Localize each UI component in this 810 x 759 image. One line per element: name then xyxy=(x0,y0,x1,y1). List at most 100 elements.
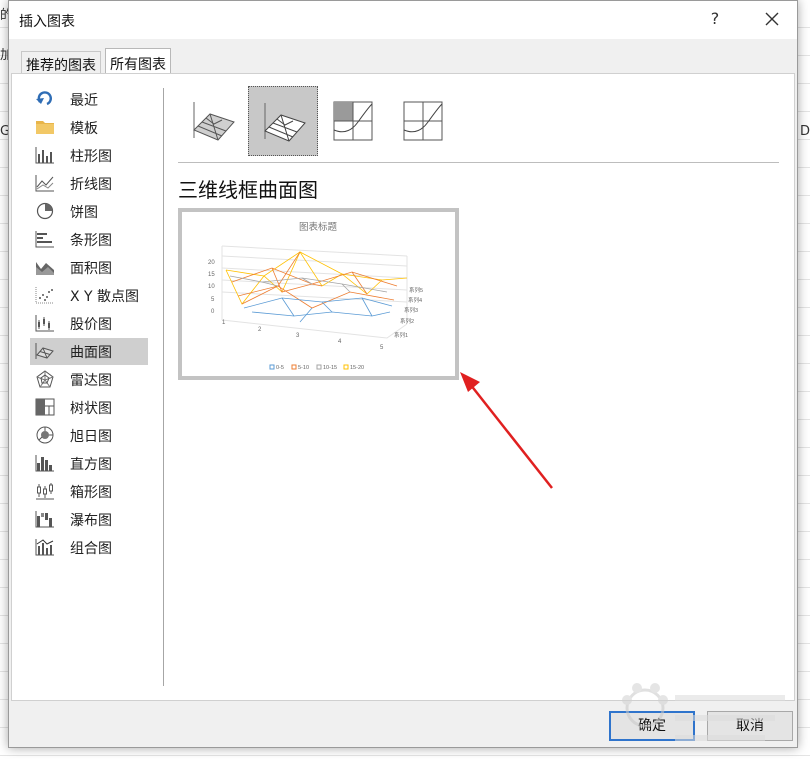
series-label: 系列4 xyxy=(408,296,422,304)
sidebar-item-label: 饼图 xyxy=(70,205,98,221)
subtype-3d-surface[interactable] xyxy=(178,86,248,156)
surface-3d-icon xyxy=(193,102,235,141)
sidebar-item-label: 折线图 xyxy=(70,177,112,193)
sidebar-item-line[interactable]: 折线图 xyxy=(30,170,148,197)
series-label: 系列2 xyxy=(400,317,414,325)
x-tick-label: 3 xyxy=(296,333,300,339)
combo-chart-icon xyxy=(35,538,55,556)
bar-chart-icon xyxy=(35,230,55,248)
column-chart-icon xyxy=(35,146,55,164)
sidebar-item-label: X Y 散点图 xyxy=(70,289,140,305)
sidebar-item-radar[interactable]: 雷达图 xyxy=(30,366,148,393)
legend-swatch xyxy=(316,364,322,370)
wireframe-contour-icon xyxy=(403,101,443,141)
sidebar-item-pie[interactable]: 饼图 xyxy=(30,198,148,225)
sidebar-item-label: 旭日图 xyxy=(70,429,112,445)
sidebar-item-treemap[interactable]: 树状图 xyxy=(30,394,148,421)
sidebar-item-histogram[interactable]: 直方图 xyxy=(30,450,148,477)
legend-swatch xyxy=(269,364,275,370)
sidebar-item-label: 直方图 xyxy=(70,457,112,473)
legend-label: 15-20 xyxy=(350,365,364,371)
series-label: 系列5 xyxy=(409,286,423,294)
sidebar-item-label: 面积图 xyxy=(70,261,112,277)
wireframe-surface-preview: 图表标题 20 15 10 5 0 1 2 3 4 5 系列5 系列4 系列3 … xyxy=(208,221,423,371)
line-chart-icon xyxy=(35,174,55,192)
sidebar-item-label: 柱形图 xyxy=(70,149,112,165)
sidebar-item-waterfall[interactable]: 瀑布图 xyxy=(30,506,148,533)
box-chart-icon xyxy=(35,482,55,500)
series-label: 系列3 xyxy=(404,306,418,314)
sidebar-item-label: 条形图 xyxy=(70,233,112,249)
vertical-divider xyxy=(163,88,164,686)
sidebar-item-label: 模板 xyxy=(70,121,98,137)
tab-recommended-charts[interactable]: 推荐的图表 xyxy=(21,51,101,74)
sidebar-item-label: 组合图 xyxy=(70,541,112,557)
legend-swatch xyxy=(291,364,297,370)
sidebar-item-recent[interactable]: 最近 xyxy=(30,86,148,113)
sidebar-item-label: 瀑布图 xyxy=(70,513,112,529)
subtype-divider xyxy=(178,162,779,163)
tab-all-charts[interactable]: 所有图表 xyxy=(105,48,171,75)
x-tick-label: 5 xyxy=(380,345,384,351)
legend-label: 10-15 xyxy=(323,365,337,371)
sidebar-item-label: 树状图 xyxy=(70,401,112,417)
pie-chart-icon xyxy=(35,202,55,220)
help-button[interactable]: ? xyxy=(701,5,729,33)
watermark-logo xyxy=(622,683,785,741)
sidebar-item-templates[interactable]: 模板 xyxy=(30,114,148,141)
waterfall-chart-icon xyxy=(35,510,55,528)
sidebar-item-label: 股价图 xyxy=(70,317,112,333)
undo-icon xyxy=(35,90,55,108)
annotation-arrow-icon xyxy=(460,372,553,489)
subtype-contour[interactable] xyxy=(318,86,388,156)
sidebar-item-bar[interactable]: 条形图 xyxy=(30,226,148,253)
sidebar-item-area[interactable]: 面积图 xyxy=(30,254,148,281)
folder-icon xyxy=(35,118,55,136)
subtype-wireframe-3d-surface[interactable] xyxy=(248,86,318,156)
x-tick-label: 2 xyxy=(258,327,262,333)
sidebar-item-label: 箱形图 xyxy=(70,485,112,501)
contour-icon xyxy=(333,101,373,141)
y-tick-label: 0 xyxy=(211,309,215,315)
sidebar-item-box[interactable]: 箱形图 xyxy=(30,478,148,505)
y-tick-label: 15 xyxy=(208,272,215,278)
stock-chart-icon xyxy=(35,314,55,332)
y-tick-label: 20 xyxy=(208,260,215,266)
scatter-chart-icon xyxy=(35,286,55,304)
dialog-title: 插入图表 xyxy=(19,14,75,30)
series-label: 系列1 xyxy=(394,331,408,339)
y-tick-label: 5 xyxy=(211,297,215,303)
histogram-chart-icon xyxy=(35,454,55,472)
legend-swatch xyxy=(343,364,349,370)
sidebar-item-scatter[interactable]: X Y 散点图 xyxy=(30,282,148,309)
surface-chart-icon xyxy=(35,342,55,360)
insert-chart-dialog: 插入图表 ? 推荐的图表 所有图表 最近 模板 柱形图 折线图 饼图 条形图 面… xyxy=(8,0,798,748)
sidebar-item-label: 曲面图 xyxy=(70,345,112,361)
background-text-fragment: D xyxy=(800,124,810,139)
sidebar-item-label: 雷达图 xyxy=(70,373,112,389)
sidebar-item-surface[interactable]: 曲面图 xyxy=(30,338,148,365)
selected-chart-name: 三维线框曲面图 xyxy=(178,178,318,202)
legend-label: 5-10 xyxy=(298,365,309,371)
chart-preview[interactable]: 图表标题 20 15 10 5 0 1 2 3 4 5 系列5 系列4 系列3 … xyxy=(178,208,459,380)
preview-title: 图表标题 xyxy=(299,221,338,233)
x-tick-label: 1 xyxy=(222,320,226,326)
sidebar-item-column[interactable]: 柱形图 xyxy=(30,142,148,169)
radar-chart-icon xyxy=(35,370,55,388)
dialog-content: 最近 模板 柱形图 折线图 饼图 条形图 面积图 X Y 散点图 股价图 曲面图… xyxy=(11,73,795,701)
wireframe-3d-surface-icon xyxy=(264,103,306,142)
dialog-titlebar: 插入图表 ? xyxy=(9,1,797,39)
subtype-wireframe-contour[interactable] xyxy=(388,86,458,156)
sidebar-item-sunburst[interactable]: 旭日图 xyxy=(30,422,148,449)
treemap-chart-icon xyxy=(35,398,55,416)
sidebar-item-stock[interactable]: 股价图 xyxy=(30,310,148,337)
chart-type-sidebar: 最近 模板 柱形图 折线图 饼图 条形图 面积图 X Y 散点图 股价图 曲面图… xyxy=(30,86,150,562)
x-tick-label: 4 xyxy=(338,339,342,345)
close-icon[interactable] xyxy=(757,5,787,33)
sidebar-item-combo[interactable]: 组合图 xyxy=(30,534,148,561)
area-chart-icon xyxy=(35,258,55,276)
legend-label: 0-5 xyxy=(276,365,284,371)
sunburst-chart-icon xyxy=(35,426,55,444)
sidebar-item-label: 最近 xyxy=(70,93,98,109)
y-tick-label: 10 xyxy=(208,284,215,290)
